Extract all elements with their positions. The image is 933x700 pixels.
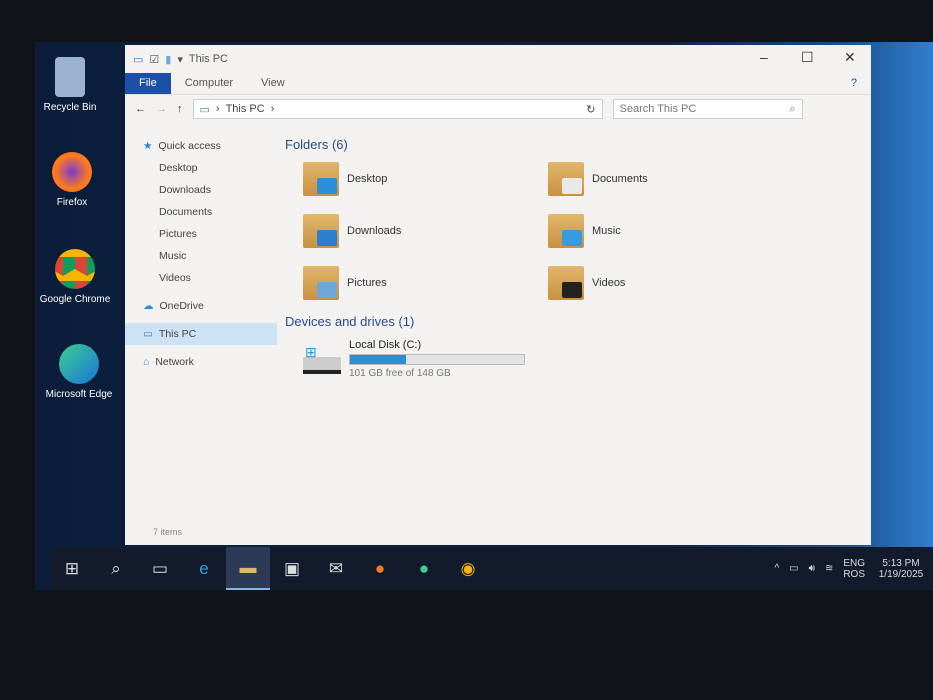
drives-group-header[interactable]: Devices and drives (1) <box>285 314 861 329</box>
start-button[interactable]: ⊞ <box>50 547 94 590</box>
taskbar-file-explorer[interactable]: ▬ <box>226 547 270 590</box>
network-icon: ⌂ <box>143 356 150 368</box>
breadcrumb-this-pc[interactable]: This PC <box>226 103 265 115</box>
computer-icon: ▭ <box>143 328 153 340</box>
search-icon: ⌕ <box>789 102 796 115</box>
language-indicator[interactable]: ENG ROS <box>843 558 865 580</box>
customize-toolbar-icon[interactable]: ▾ <box>177 53 183 66</box>
battery-icon[interactable]: ▭ <box>789 563 798 574</box>
nav-this-pc[interactable]: ▭ This PC <box>125 323 277 345</box>
help-icon[interactable]: ? <box>837 73 871 94</box>
taskbar-firefox[interactable]: ● <box>358 547 402 590</box>
folder-name: Desktop <box>347 173 388 185</box>
taskbar: ⊞ ⌕ ▭ e ▬ ▣ ✉ ● ● ◉ ^ ▭ 🔊︎ ≋ ENG ROS 5:13… <box>50 547 933 590</box>
taskbar-chrome[interactable]: ◉ <box>446 547 490 590</box>
folder-icon <box>303 162 339 196</box>
close-button[interactable]: ✕ <box>844 49 856 66</box>
taskbar-edge-2[interactable]: ● <box>402 547 446 590</box>
desktop: Recycle Bin Firefox Google Chrome Micros… <box>35 42 933 590</box>
status-bar-item-count: 7 items <box>153 527 183 537</box>
folder-desktop[interactable]: Desktop <box>303 160 548 198</box>
nav-pictures[interactable]: Pictures <box>125 223 277 245</box>
drive-usage-bar <box>349 354 525 365</box>
drive-icon: ⊞ <box>303 344 341 374</box>
tab-computer[interactable]: Computer <box>171 73 247 94</box>
maximize-button[interactable]: ☐ <box>801 49 814 66</box>
folder-name: Videos <box>592 277 626 289</box>
star-icon: ★ <box>143 140 153 152</box>
drive-name: Local Disk (C:) <box>349 339 422 351</box>
folder-icon <box>303 266 339 300</box>
nav-videos[interactable]: Videos <box>125 267 277 289</box>
minimize-button[interactable]: – <box>760 49 768 65</box>
desktop-icon-firefox[interactable]: Firefox <box>35 152 112 209</box>
properties-icon[interactable]: ☑ <box>149 53 159 66</box>
drive-space: 101 GB free of 148 GB <box>349 368 451 379</box>
back-button[interactable]: ← <box>135 103 146 115</box>
firefox-icon <box>52 152 92 192</box>
up-button[interactable]: ↑ <box>177 103 183 115</box>
nav-documents[interactable]: Documents <box>125 201 277 223</box>
volume-icon[interactable]: 🔊︎ <box>809 563 815 574</box>
folder-name: Downloads <box>347 225 402 237</box>
folder-icon <box>548 266 584 300</box>
window-title: This PC <box>188 53 228 65</box>
file-explorer-window: ▭ ☑ ▮ ▾ This PC – ☐ ✕ File Computer View… <box>125 45 871 545</box>
nav-quick-access[interactable]: ★ Quick access <box>125 135 277 157</box>
folder-name: Music <box>592 225 621 237</box>
cloud-icon: ☁ <box>143 300 154 312</box>
folder-icon <box>548 162 584 196</box>
desktop-icon-edge[interactable]: Microsoft Edge <box>39 344 119 401</box>
folder-pictures[interactable]: Pictures <box>303 264 548 302</box>
new-folder-icon[interactable]: ▮ <box>165 53 171 66</box>
navigation-pane: ★ Quick access Desktop Downloads Document… <box>125 135 277 515</box>
wifi-icon[interactable]: ≋ <box>825 563 833 574</box>
drive-local-disk-c[interactable]: ⊞ Local Disk (C:) 101 GB free of 148 GB <box>303 337 861 381</box>
task-view-button[interactable]: ▭ <box>138 547 182 590</box>
tab-file[interactable]: File <box>125 73 171 94</box>
folder-icon <box>548 214 584 248</box>
chrome-icon <box>55 249 95 289</box>
taskbar-mail[interactable]: ✉ <box>314 547 358 590</box>
refresh-icon[interactable]: ↻ <box>586 103 601 116</box>
chevron-up-icon[interactable]: ^ <box>774 563 779 574</box>
nav-desktop[interactable]: Desktop <box>125 157 277 179</box>
edge-icon <box>59 344 99 384</box>
content-pane: Folders (6) Desktop Documents Downloads Mus… <box>283 135 861 381</box>
folder-icon <box>303 214 339 248</box>
ribbon-tabs: File Computer View ? <box>125 73 871 95</box>
nav-music[interactable]: Music <box>125 245 277 267</box>
folder-documents[interactable]: Documents <box>548 160 793 198</box>
folder-videos[interactable]: Videos <box>548 264 793 302</box>
folder-music[interactable]: Music <box>548 212 793 250</box>
tab-view[interactable]: View <box>247 73 299 94</box>
folder-name: Documents <box>592 173 648 185</box>
taskbar-edge[interactable]: e <box>182 547 226 590</box>
computer-icon: ▭ <box>133 53 144 66</box>
address-bar[interactable]: ▭ › This PC › ↻ <box>192 99 603 119</box>
recycle-bin-icon <box>55 57 85 97</box>
search-button[interactable]: ⌕ <box>94 547 138 590</box>
address-row: ← → ↑ ▭ › This PC › ↻ Search This PC ⌕ <box>125 95 871 123</box>
forward-button[interactable]: → <box>156 103 167 115</box>
nav-downloads[interactable]: Downloads <box>125 179 277 201</box>
taskbar-store[interactable]: ▣ <box>270 547 314 590</box>
folder-name: Pictures <box>347 277 387 289</box>
desktop-icon-chrome[interactable]: Google Chrome <box>35 249 115 306</box>
system-tray: ^ ▭ 🔊︎ ≋ ENG ROS 5:13 PM 1/19/2025 <box>774 558 933 580</box>
folders-grid: Desktop Documents Downloads Music Pictures Vi… <box>303 160 861 302</box>
computer-icon: ▭ <box>199 103 210 116</box>
nav-network[interactable]: ⌂ Network <box>125 351 277 373</box>
folders-group-header[interactable]: Folders (6) <box>285 137 861 152</box>
folder-downloads[interactable]: Downloads <box>303 212 548 250</box>
nav-onedrive[interactable]: ☁ OneDrive <box>125 295 277 317</box>
clock[interactable]: 5:13 PM 1/19/2025 <box>875 558 927 580</box>
search-input[interactable]: Search This PC ⌕ <box>612 99 803 119</box>
desktop-icon-recycle-bin[interactable]: Recycle Bin <box>35 57 110 114</box>
